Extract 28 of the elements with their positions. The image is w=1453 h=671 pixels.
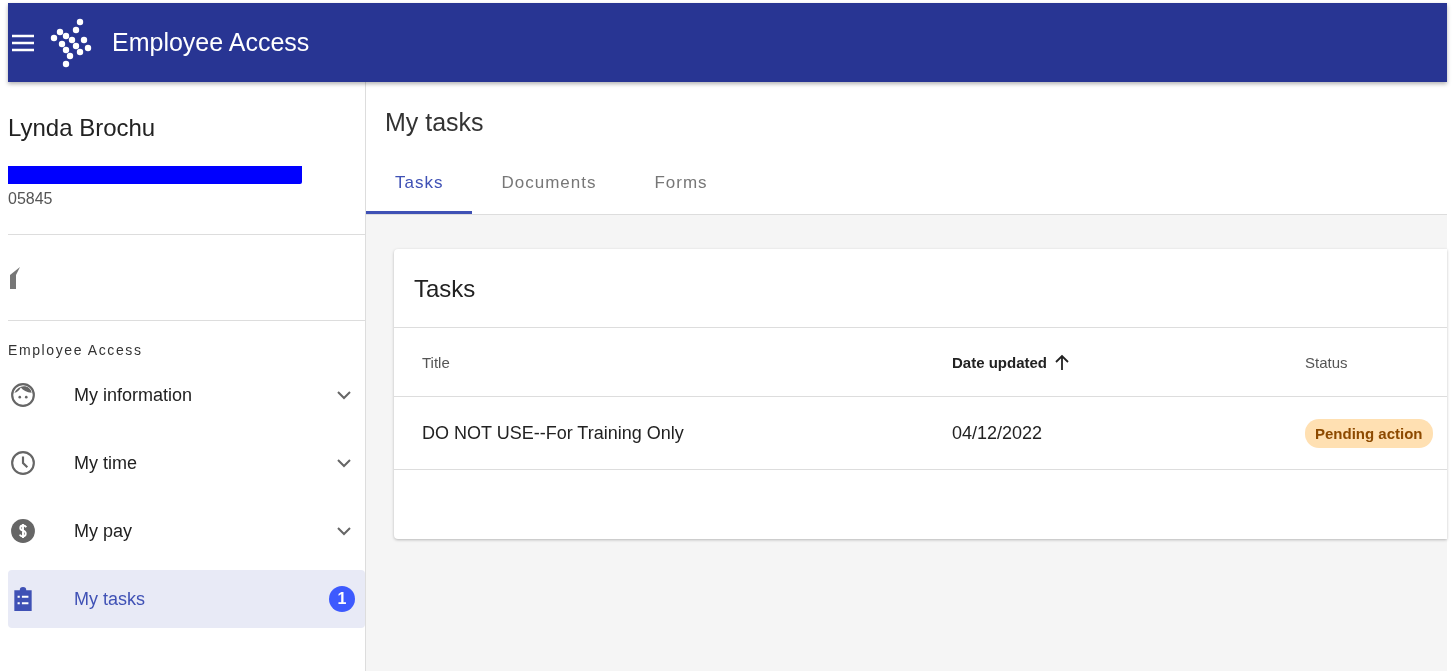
clock-icon bbox=[10, 450, 36, 476]
employee-number: 05845 bbox=[8, 190, 53, 208]
chevron-icon[interactable] bbox=[337, 390, 351, 400]
tab[interactable]: Tasks bbox=[366, 159, 473, 214]
nav-item[interactable]: My pay bbox=[8, 502, 365, 560]
app-title: Employee Access bbox=[112, 28, 310, 57]
card-title: Tasks bbox=[414, 275, 476, 303]
section-title: Employee Access bbox=[8, 342, 143, 358]
tab[interactable]: Documents bbox=[472, 159, 626, 214]
column-header[interactable]: Status bbox=[1305, 353, 1348, 371]
dollar-icon bbox=[10, 518, 36, 544]
face-icon bbox=[10, 382, 36, 408]
status-badge: Pending action bbox=[1305, 418, 1433, 448]
menu-icon[interactable] bbox=[12, 33, 34, 52]
tab[interactable]: Forms bbox=[625, 159, 737, 214]
table-cell: DO NOT USE--For Training Only bbox=[422, 422, 684, 444]
sort-arrow-icon[interactable] bbox=[1055, 354, 1069, 370]
user-name: Lynda Brochu bbox=[8, 114, 156, 142]
page-title: My tasks bbox=[385, 108, 484, 137]
chevron-icon[interactable] bbox=[337, 526, 351, 536]
nav-item[interactable]: My tasks 1 bbox=[8, 570, 365, 628]
column-header[interactable]: Date updated bbox=[952, 353, 1047, 371]
table-cell: 04/12/2022 bbox=[952, 422, 1043, 444]
chevron-icon[interactable] bbox=[337, 458, 351, 468]
nav-item[interactable]: My time bbox=[8, 434, 365, 492]
nav-item[interactable]: My information bbox=[8, 366, 365, 424]
count-badge: 1 bbox=[329, 586, 355, 612]
column-header[interactable]: Title bbox=[422, 353, 450, 371]
